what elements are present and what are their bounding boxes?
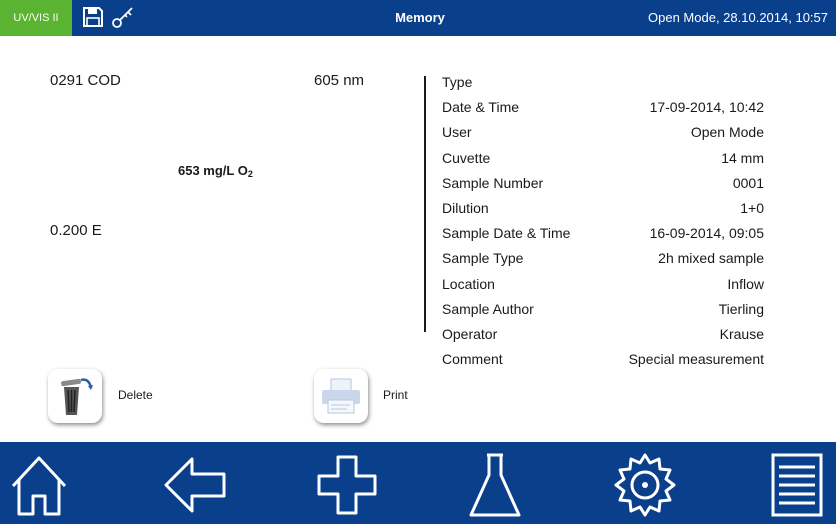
- print-label[interactable]: Print: [383, 388, 408, 402]
- vertical-divider: [424, 76, 426, 332]
- home-button[interactable]: [2, 450, 76, 520]
- detail-value: 17-09-2014, 10:42: [649, 99, 764, 116]
- detail-row: Cuvette 14 mm: [442, 146, 764, 171]
- printer-icon: [322, 378, 360, 414]
- page-title: Memory: [395, 10, 445, 25]
- print-button[interactable]: [314, 369, 368, 423]
- status-text: Open Mode, 28.10.2014, 10:57: [648, 10, 828, 25]
- detail-row: Operator Krause: [442, 322, 764, 347]
- detail-label: Cuvette: [442, 149, 491, 166]
- detail-row: User Open Mode: [442, 120, 764, 145]
- wavelength-label: 605 nm: [314, 72, 365, 89]
- detail-value: 16-09-2014, 09:05: [649, 225, 764, 242]
- detail-row: Comment Special measurement: [442, 347, 764, 372]
- detail-value: Open Mode: [690, 124, 764, 141]
- details-list: Type Date & Time 17-09-2014, 10:42 User Op…: [442, 70, 764, 372]
- detail-value: Inflow: [727, 275, 764, 292]
- detail-row: Dilution 1+0: [442, 196, 764, 221]
- methods-button[interactable]: [458, 450, 532, 520]
- plus-icon: [317, 455, 377, 515]
- detail-label: Sample Date & Time: [442, 225, 571, 242]
- detail-value: 0001: [732, 174, 764, 191]
- back-button[interactable]: [158, 450, 232, 520]
- detail-row: Sample Type 2h mixed sample: [442, 246, 764, 271]
- detail-value: 1+0: [740, 199, 764, 216]
- result-subscript: 2: [247, 169, 253, 179]
- settings-gear-icon: [614, 453, 676, 517]
- detail-row: Location Inflow: [442, 272, 764, 297]
- detail-row: Sample Number 0001: [442, 171, 764, 196]
- back-arrow-icon: [164, 457, 226, 513]
- detail-label: Sample Author: [442, 300, 534, 317]
- add-button[interactable]: [310, 450, 384, 520]
- detail-label: Type: [442, 74, 473, 90]
- header-bar: UV/VIS II Memory Open Mode, 28.10.2014, …: [0, 0, 836, 36]
- detail-label: User: [442, 124, 472, 141]
- detail-row: Sample Author Tierling: [442, 297, 764, 322]
- menu-list-icon: [771, 453, 823, 517]
- detail-value: Special measurement: [628, 351, 764, 368]
- bottom-navbar: [0, 442, 836, 524]
- menu-button[interactable]: [760, 450, 834, 520]
- detail-label: Sample Type: [442, 250, 524, 267]
- absorbance-label: 0.200 E: [50, 222, 102, 239]
- detail-row: Date & Time 17-09-2014, 10:42: [442, 95, 764, 120]
- detail-value: 2h mixed sample: [658, 250, 764, 267]
- mode-badge: UV/VIS II: [0, 0, 72, 36]
- detail-label: Sample Number: [442, 174, 544, 191]
- detail-value: Tierling: [718, 300, 764, 317]
- detail-label: Comment: [442, 351, 503, 368]
- trash-icon: [61, 378, 93, 415]
- flask-icon: [469, 453, 521, 517]
- detail-value: 14 mm: [721, 149, 764, 166]
- home-icon: [11, 456, 67, 516]
- detail-label: Dilution: [442, 199, 489, 216]
- save-icon[interactable]: [80, 4, 106, 30]
- detail-row: Sample Date & Time 16-09-2014, 09:05: [442, 221, 764, 246]
- method-label: 0291 COD: [50, 72, 121, 89]
- detail-label: Date & Time: [442, 99, 520, 116]
- result-text: 653 mg/L O: [178, 163, 248, 178]
- detail-row: Type: [442, 70, 764, 95]
- detail-value: Krause: [719, 325, 764, 342]
- settings-button[interactable]: [608, 450, 682, 520]
- detail-label: Operator: [442, 325, 498, 342]
- result-value: 653 mg/L O2: [178, 163, 253, 179]
- key-icon[interactable]: [110, 4, 136, 30]
- detail-label: Location: [442, 275, 495, 292]
- delete-label[interactable]: Delete: [118, 388, 153, 402]
- delete-button[interactable]: [48, 369, 102, 423]
